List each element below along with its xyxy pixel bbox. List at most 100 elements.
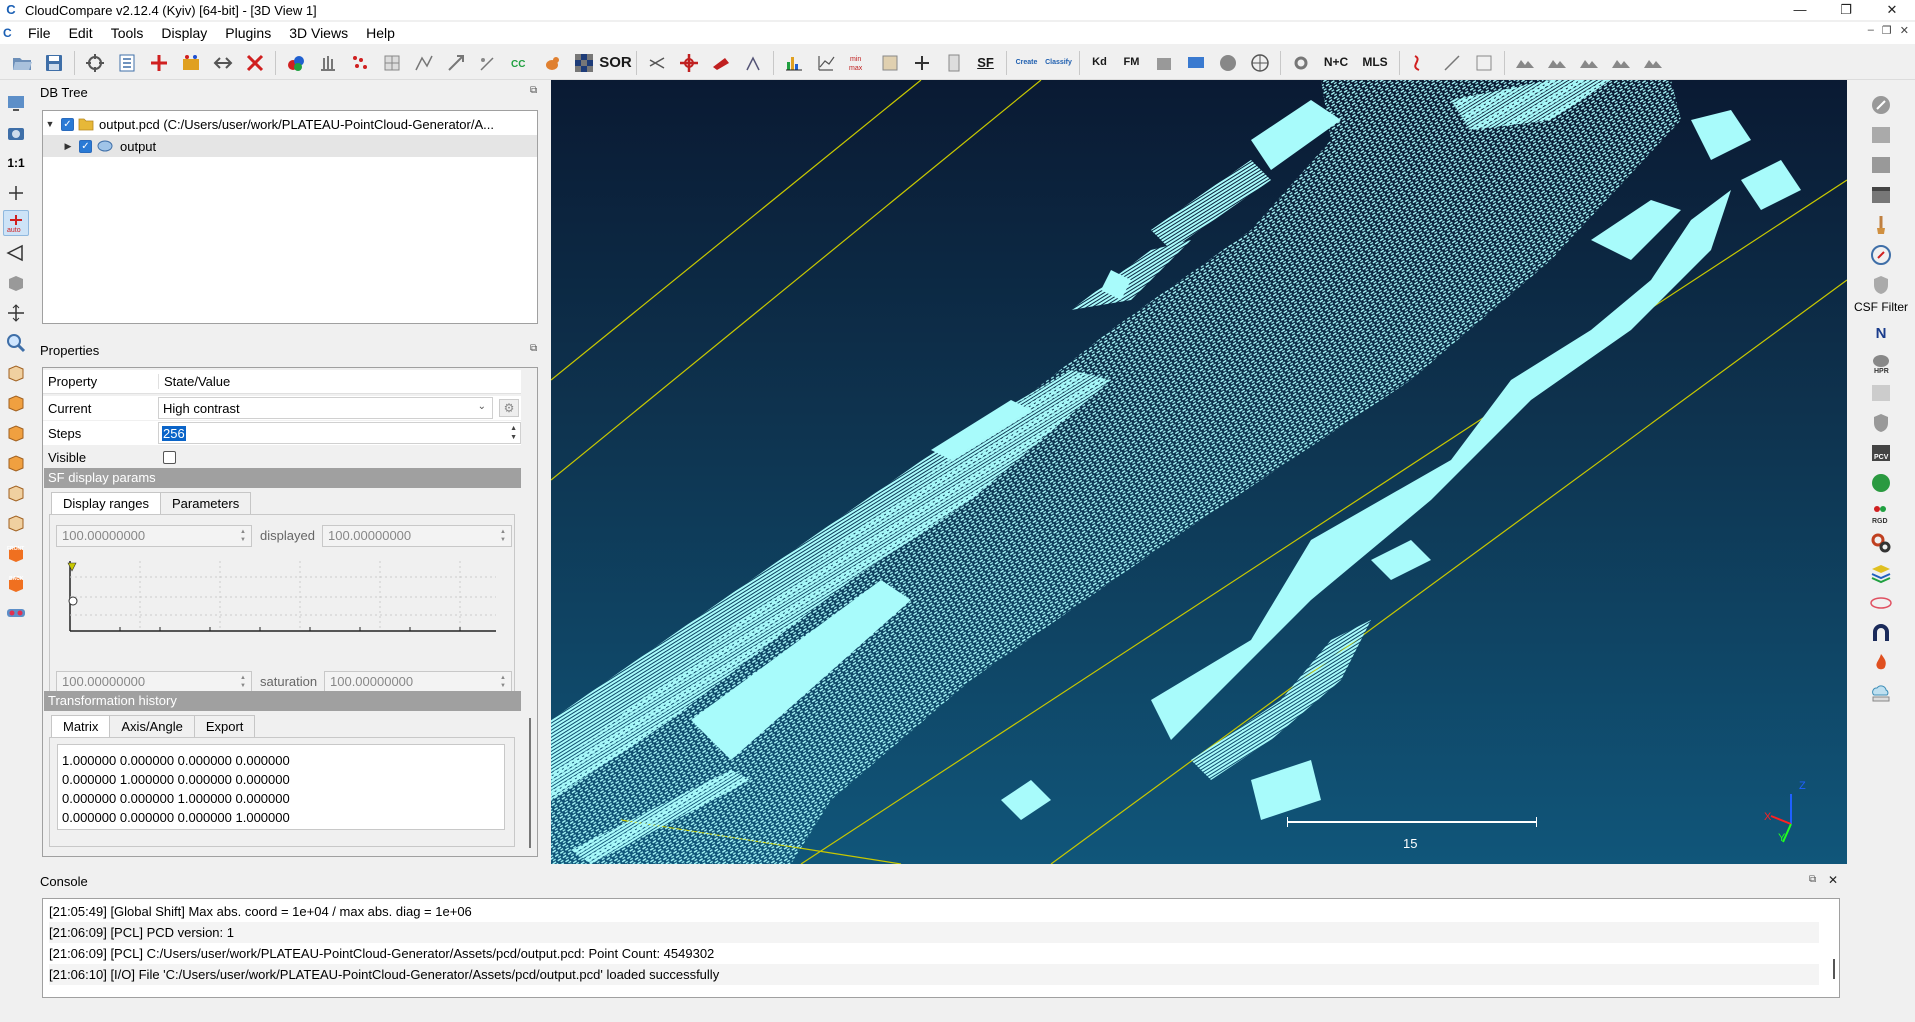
translate-rotate-button[interactable]: [675, 49, 702, 76]
plugin-a-button[interactable]: [1150, 49, 1177, 76]
mdi-restore-button[interactable]: ❐: [1882, 24, 1892, 37]
console-scrollbar[interactable]: [1833, 959, 1835, 979]
zoom-1-1-button[interactable]: 1:1: [3, 150, 29, 176]
clone-button[interactable]: [145, 49, 172, 76]
tab-export[interactable]: Export: [193, 715, 256, 737]
tab-axis-angle[interactable]: Axis/Angle: [109, 715, 195, 737]
rgd-button[interactable]: RGD: [1867, 500, 1895, 526]
csf-filter-button[interactable]: [1867, 272, 1895, 298]
zoom-button[interactable]: [3, 330, 29, 356]
save-button[interactable]: [40, 49, 67, 76]
tab-matrix[interactable]: Matrix: [51, 715, 111, 737]
plugin-brush-button[interactable]: [1867, 212, 1895, 238]
add-sf-button[interactable]: [908, 49, 935, 76]
maximize-button[interactable]: ❐: [1823, 0, 1869, 20]
mls-button[interactable]: MLS: [1358, 49, 1392, 76]
console-float-icon[interactable]: ⧉: [1809, 874, 1816, 885]
menu-help[interactable]: Help: [357, 22, 404, 44]
color-scale-select[interactable]: High contrast ⌄: [158, 397, 493, 419]
back-view-button[interactable]: [3, 450, 29, 476]
sf-calc-button[interactable]: [940, 49, 967, 76]
menu-3d-views[interactable]: 3D Views: [280, 22, 357, 44]
plugin-compass-button[interactable]: [1867, 92, 1895, 118]
subsample-button[interactable]: [209, 49, 236, 76]
collapse-arrow-icon[interactable]: ▼: [43, 119, 57, 129]
close-button[interactable]: ✕: [1869, 0, 1915, 20]
view-c-button[interactable]: [1575, 49, 1602, 76]
console-close-icon[interactable]: ✕: [1828, 873, 1838, 887]
cloud-cloud-dist-button[interactable]: CC: [506, 49, 533, 76]
view-a-button[interactable]: [1511, 49, 1538, 76]
menu-edit[interactable]: Edit: [60, 22, 102, 44]
right-view-button[interactable]: [3, 480, 29, 506]
kd-tree-button[interactable]: Kd: [1086, 49, 1113, 76]
menu-display[interactable]: Display: [152, 22, 216, 44]
plugin-clapper-button[interactable]: [1867, 182, 1895, 208]
screenshot-button[interactable]: [3, 120, 29, 146]
light-button[interactable]: [3, 270, 29, 296]
list-button[interactable]: [113, 49, 140, 76]
saturation-min-spinbox[interactable]: 100.00000000 ▲ ▼: [56, 671, 252, 693]
minimize-button[interactable]: —: [1777, 0, 1823, 20]
properties-scrollbar[interactable]: [529, 718, 531, 848]
fullscreen-button[interactable]: [3, 90, 29, 116]
min-max-button[interactable]: min max: [844, 49, 871, 76]
perspective-button[interactable]: [3, 240, 29, 266]
menu-file[interactable]: File: [19, 22, 60, 44]
nc-button[interactable]: N+C: [1319, 49, 1353, 76]
plugin-cloud-button[interactable]: [1867, 680, 1895, 706]
saturation-spinbox[interactable]: 100.00000000 ▲ ▼: [324, 671, 512, 693]
plugin-compass2-button[interactable]: [1867, 242, 1895, 268]
left-view-button[interactable]: [3, 420, 29, 446]
properties-float-icon[interactable]: ⧉: [530, 343, 537, 354]
plugin-scalar-button[interactable]: [1867, 152, 1895, 178]
view-d-button[interactable]: [1607, 49, 1634, 76]
canupo-classify-button[interactable]: Classify: [1045, 49, 1072, 76]
hpr-button[interactable]: HPR: [1867, 350, 1895, 376]
spin-arrows-icon[interactable]: ▲ ▼: [510, 424, 517, 442]
curve-button[interactable]: [1406, 49, 1433, 76]
auto-pivot-button[interactable]: auto: [3, 210, 29, 236]
displayed-spinbox[interactable]: 100.00000000 ▲ ▼: [322, 525, 512, 547]
range-min-spinbox[interactable]: 100.00000000 ▲ ▼: [56, 525, 252, 547]
expand-arrow-icon[interactable]: ▶: [61, 141, 75, 152]
canupo-create-button[interactable]: Create: [1013, 49, 1040, 76]
menu-plugins[interactable]: Plugins: [216, 22, 280, 44]
mdi-window-icon[interactable]: C: [3, 26, 19, 40]
bottom-view-button[interactable]: [3, 510, 29, 536]
sf-histogram-plot[interactable]: [60, 557, 506, 641]
menu-tools[interactable]: Tools: [102, 22, 153, 44]
plugin-c-button[interactable]: [1214, 49, 1241, 76]
plugin-d-button[interactable]: [1246, 49, 1273, 76]
tab-parameters[interactable]: Parameters: [160, 492, 252, 514]
plugin-b-button[interactable]: [1182, 49, 1209, 76]
plugin-ransac-button[interactable]: [1867, 470, 1895, 496]
view-b-button[interactable]: [1543, 49, 1570, 76]
plugin-gears-button[interactable]: [1867, 530, 1895, 556]
plugin-ellipse-button[interactable]: [1867, 590, 1895, 616]
scissors-button[interactable]: [643, 49, 670, 76]
top-view-button[interactable]: [3, 360, 29, 386]
cloud-mesh-dist-button[interactable]: [538, 49, 565, 76]
merge-button[interactable]: [177, 49, 204, 76]
color-button[interactable]: [282, 49, 309, 76]
open-button[interactable]: [8, 49, 35, 76]
fast-marching-button[interactable]: FM: [1118, 49, 1145, 76]
plugin-fire-button[interactable]: [1867, 650, 1895, 676]
color-scale-editor-gear-icon[interactable]: ⚙: [499, 399, 519, 417]
plugin-layers-button[interactable]: [1867, 560, 1895, 586]
pivot-button[interactable]: [3, 180, 29, 206]
plugin-arch-button[interactable]: [1867, 620, 1895, 646]
mdi-close-button[interactable]: ✕: [1900, 24, 1909, 37]
mesh-button[interactable]: [378, 49, 405, 76]
tree-item-output-pcd[interactable]: ▼ ✓ output.pcd (C:/Users/user/work/PLATE…: [43, 113, 537, 135]
tree-item-output-cloud[interactable]: ▶ ✓ output: [43, 135, 537, 157]
point-picking-button[interactable]: [739, 49, 766, 76]
plugin-m3c2-button[interactable]: [1867, 380, 1895, 406]
plugin-n-button[interactable]: N: [1867, 320, 1895, 346]
checkerboard-button[interactable]: [570, 49, 597, 76]
normals-button[interactable]: [314, 49, 341, 76]
align-button[interactable]: [442, 49, 469, 76]
triangulate-button[interactable]: [410, 49, 437, 76]
tab-display-ranges[interactable]: Display ranges: [51, 492, 161, 514]
